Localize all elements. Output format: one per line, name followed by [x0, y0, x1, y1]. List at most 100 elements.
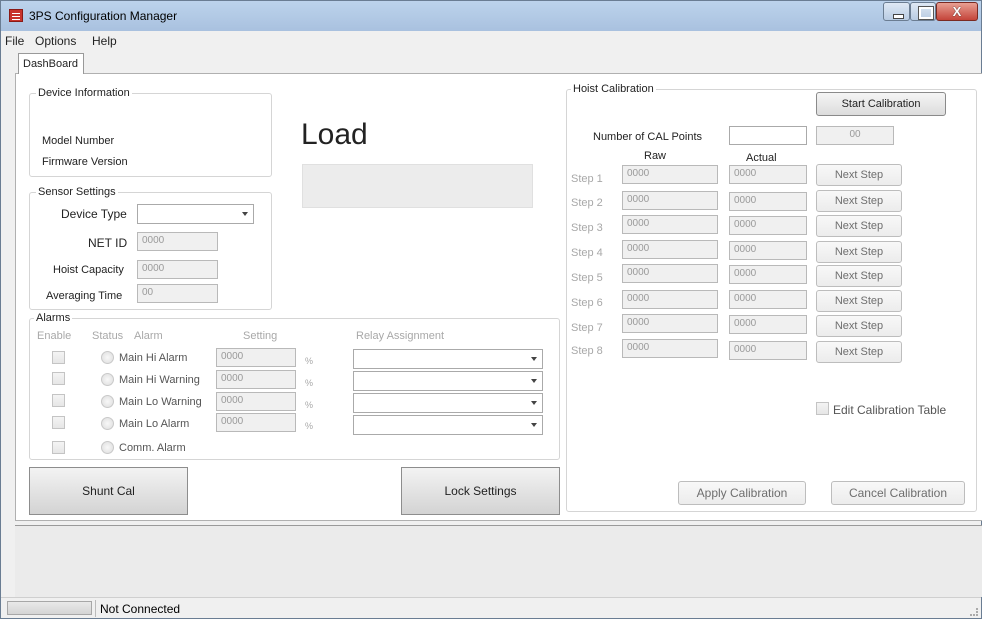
enable-checkbox[interactable]: [52, 416, 65, 429]
chevron-down-icon: [531, 401, 537, 405]
next-step-button[interactable]: Next Step: [816, 315, 902, 337]
next-step-button[interactable]: Next Step: [816, 290, 902, 312]
raw-field[interactable]: 0000: [622, 314, 718, 333]
next-step-button[interactable]: Next Step: [816, 341, 902, 363]
hoist-capacity-field[interactable]: 0000: [137, 260, 218, 279]
percent-unit: %: [305, 400, 314, 410]
status-radio[interactable]: [101, 417, 114, 430]
setting-field[interactable]: 0000: [216, 413, 296, 432]
actual-field[interactable]: 0000: [729, 216, 807, 235]
chevron-down-icon: [531, 423, 537, 427]
setting-field[interactable]: 0000: [216, 348, 296, 367]
next-step-button[interactable]: Next Step: [816, 265, 902, 287]
menu-bar: File Options Help: [1, 31, 981, 49]
actual-field[interactable]: 0000: [729, 315, 807, 334]
chevron-down-icon: [531, 379, 537, 383]
device-type-label: Device Type: [61, 207, 127, 221]
raw-field[interactable]: 0000: [622, 264, 718, 283]
actual-field[interactable]: 0000: [729, 241, 807, 260]
hoist-calibration-title: Hoist Calibration: [571, 83, 656, 95]
log-panel: [15, 525, 982, 597]
actual-field[interactable]: 0000: [729, 265, 807, 284]
setting-field[interactable]: 0000: [216, 392, 296, 411]
step-label: Step 3: [571, 222, 603, 234]
setting-field[interactable]: 0000: [216, 370, 296, 389]
enable-header: Enable: [37, 330, 72, 342]
menu-help[interactable]: Help: [92, 34, 117, 48]
app-icon: [9, 9, 23, 22]
averaging-time-field[interactable]: 00: [137, 284, 218, 303]
close-button[interactable]: X: [936, 2, 978, 21]
alarm-name: Main Hi Alarm: [119, 352, 188, 364]
status-radio[interactable]: [101, 373, 114, 386]
step-label: Step 4: [571, 247, 603, 259]
cal-points-label: Number of CAL Points: [593, 131, 703, 143]
next-step-button[interactable]: Next Step: [816, 190, 902, 212]
step-label: Step 8: [571, 345, 603, 357]
minimize-button[interactable]: [883, 2, 910, 21]
device-type-select[interactable]: [137, 204, 254, 224]
status-radio[interactable]: [101, 395, 114, 408]
connection-progress-bar: [7, 601, 92, 615]
close-icon: X: [952, 4, 962, 19]
model-number-label: Model Number: [42, 135, 115, 147]
raw-field[interactable]: 0000: [622, 339, 718, 358]
edit-calibration-checkbox[interactable]: [816, 402, 829, 415]
enable-checkbox[interactable]: [52, 394, 65, 407]
alarm-name: Main Lo Alarm: [119, 418, 190, 430]
hoist-capacity-label: Hoist Capacity: [53, 264, 124, 276]
relay-assignment-select[interactable]: [353, 393, 543, 413]
relay-assignment-select[interactable]: [353, 415, 543, 435]
menu-file[interactable]: File: [5, 34, 24, 48]
actual-field[interactable]: 0000: [729, 165, 807, 184]
relay-assignment-header: Relay Assignment: [356, 330, 445, 342]
app-window: 3PS Configuration Manager X File Options…: [0, 0, 982, 619]
actual-field[interactable]: 0000: [729, 192, 807, 211]
step-label: Step 5: [571, 272, 603, 284]
maximize-button[interactable]: [910, 2, 936, 21]
enable-checkbox[interactable]: [52, 372, 65, 385]
resize-grip-icon[interactable]: [970, 608, 978, 616]
actual-field[interactable]: 0000: [729, 290, 807, 309]
status-radio[interactable]: [101, 351, 114, 364]
connection-status: Not Connected: [100, 602, 181, 616]
shunt-cal-button[interactable]: Shunt Cal: [29, 467, 188, 515]
tab-dashboard[interactable]: DashBoard: [18, 53, 84, 74]
start-calibration-button[interactable]: Start Calibration: [816, 92, 946, 116]
device-info-title: Device Information: [36, 87, 132, 99]
cal-points-input[interactable]: [729, 126, 807, 145]
raw-field[interactable]: 0000: [622, 215, 718, 234]
status-radio[interactable]: [101, 441, 114, 454]
enable-checkbox[interactable]: [52, 351, 65, 364]
next-step-button[interactable]: Next Step: [816, 215, 902, 237]
chevron-down-icon: [242, 212, 248, 216]
cancel-calibration-button[interactable]: Cancel Calibration: [831, 481, 965, 505]
menu-options[interactable]: Options: [35, 34, 76, 48]
enable-checkbox[interactable]: [52, 441, 65, 454]
load-label: Load: [301, 118, 368, 151]
lock-settings-button[interactable]: Lock Settings: [401, 467, 560, 515]
window-title: 3PS Configuration Manager: [29, 9, 178, 23]
actual-header: Actual: [746, 152, 777, 164]
sensor-settings-title: Sensor Settings: [36, 186, 118, 198]
raw-field[interactable]: 0000: [622, 191, 718, 210]
next-step-button[interactable]: Next Step: [816, 241, 902, 263]
step-label: Step 7: [571, 322, 603, 334]
raw-field[interactable]: 0000: [622, 290, 718, 309]
next-step-button[interactable]: Next Step: [816, 164, 902, 186]
relay-assignment-select[interactable]: [353, 371, 543, 391]
title-bar[interactable]: 3PS Configuration Manager X: [1, 1, 981, 31]
raw-field[interactable]: 0000: [622, 240, 718, 259]
net-id-label: NET ID: [88, 236, 128, 250]
relay-assignment-select[interactable]: [353, 349, 543, 369]
raw-field[interactable]: 0000: [622, 165, 718, 184]
apply-calibration-button[interactable]: Apply Calibration: [678, 481, 806, 505]
firmware-version-label: Firmware Version: [42, 156, 128, 168]
alarm-name: Main Hi Warning: [119, 374, 200, 386]
alarm-name: Main Lo Warning: [119, 396, 202, 408]
status-separator: [95, 600, 96, 617]
alarms-title: Alarms: [34, 312, 73, 324]
actual-field[interactable]: 0000: [729, 341, 807, 360]
net-id-field[interactable]: 0000: [137, 232, 218, 251]
cal-points-display: 00: [816, 126, 894, 145]
